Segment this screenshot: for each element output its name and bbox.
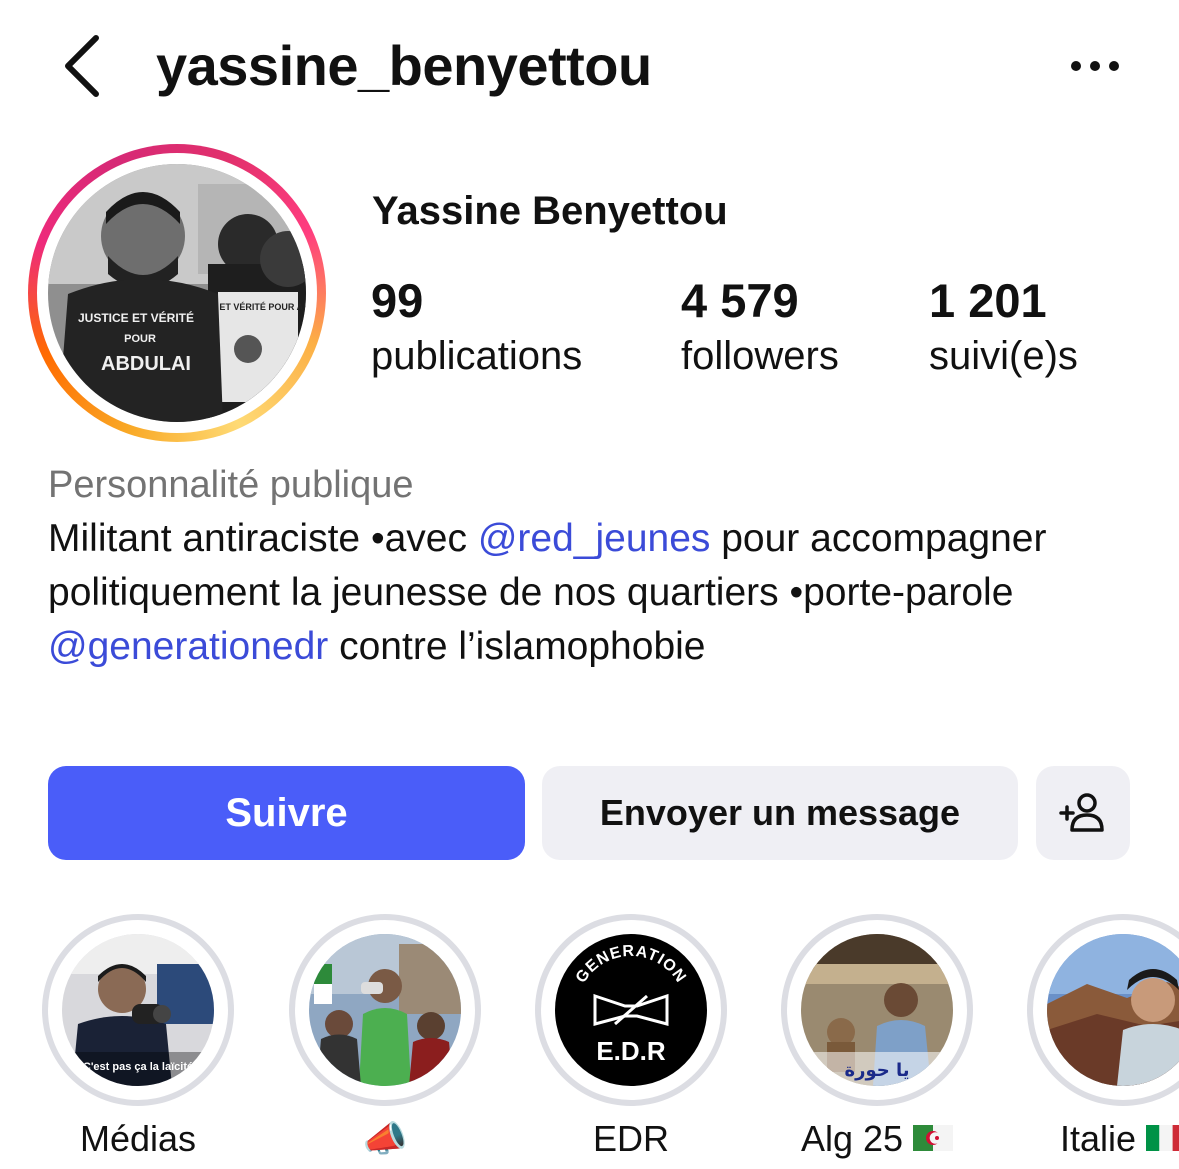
highlight-label-text: Alg 25 (800, 1118, 904, 1159)
stat-value: 1 201 (929, 274, 1047, 327)
avatar-shirt-text-2: POUR (124, 333, 156, 345)
highlight-cover: يا حورة (801, 934, 953, 1086)
stat-followers[interactable]: 4 579 followers (681, 272, 839, 382)
avatar-shirt-text-1: JUSTICE ET VÉRITÉ (78, 310, 194, 325)
highlight-label: EDR (592, 1118, 669, 1159)
stat-publications[interactable]: 99 publications (371, 272, 582, 382)
highlight-caption: يا حورة (844, 1060, 909, 1081)
profile-category: Personnalité publique (48, 464, 414, 506)
italy-flag-icon (1146, 1125, 1179, 1152)
avatar-shirt-text-3: ABDULAI (101, 353, 191, 375)
stat-label: followers (681, 334, 839, 378)
ellipsis-icon (1071, 61, 1119, 71)
stat-label: publications (371, 334, 583, 378)
highlight-label: 📣 (269, 1116, 501, 1162)
mention-link-red-jeunes[interactable]: @red_jeunes (478, 517, 711, 560)
stat-label: suivi(e)s (929, 334, 1078, 378)
bio-text: Militant antiraciste •avec (48, 517, 478, 560)
stat-value: 4 579 (681, 274, 799, 327)
send-message-button[interactable]: Envoyer un message (542, 766, 1018, 860)
profile-bio: Militant antiraciste •avec @red_jeunes p… (48, 512, 1158, 674)
suggested-users-button[interactable] (1036, 766, 1130, 860)
highlight-caption: C'est pas ça la laïcité (83, 1061, 193, 1073)
follow-button[interactable]: Suivre (48, 766, 525, 860)
avatar-story-ring[interactable]: JUSTICE ET VÉRITÉ POUR ABDULAI JUSTICE E… (28, 144, 326, 442)
add-person-icon (1059, 793, 1104, 832)
mention-link-generationedr[interactable]: @generationedr (48, 625, 328, 668)
highlight-cover: C'est pas ça la laïcité (62, 934, 214, 1086)
svg-text:E.D.R: E.D.R (596, 1036, 666, 1066)
avatar-gap: JUSTICE ET VÉRITÉ POUR ABDULAI JUSTICE E… (37, 153, 317, 433)
more-options-button[interactable] (1060, 44, 1130, 88)
avatar[interactable]: JUSTICE ET VÉRITÉ POUR ABDULAI JUSTICE E… (48, 164, 306, 422)
highlight-cover: GENERATION E.D.R GENERATION E.D.R (555, 934, 707, 1086)
highlight-cover (309, 934, 461, 1086)
profile-username: yassine_benyettou (156, 34, 652, 97)
back-button[interactable] (54, 30, 114, 102)
chevron-left-icon (65, 35, 99, 97)
highlight-label: Médias (79, 1118, 197, 1159)
highlight-label-text: Italie (1059, 1118, 1137, 1159)
profile-header: yassine_benyettou (0, 0, 1179, 132)
stat-following[interactable]: 1 201 suivi(e)s (929, 272, 1078, 382)
algeria-flag-icon (913, 1125, 954, 1152)
megaphone-icon: 📣 (362, 1118, 408, 1159)
bio-text: contre l’islamophobie (328, 625, 706, 668)
profile-display-name: Yassine Benyettou (372, 189, 728, 233)
highlight-label: Italie (1007, 1116, 1179, 1162)
stat-value: 99 (371, 274, 424, 327)
highlight-label: Alg 25 (761, 1116, 993, 1162)
